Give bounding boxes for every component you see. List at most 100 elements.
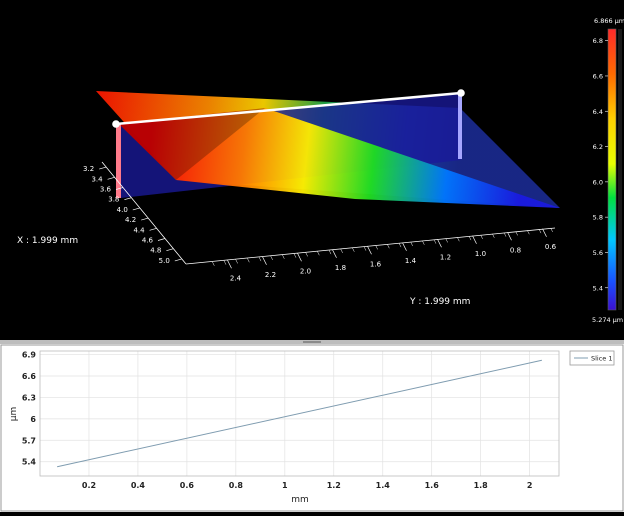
colorbar-tick-label: 5.4: [593, 284, 603, 292]
y-axis-minor-tick: [398, 242, 402, 248]
slice-post-right: [458, 93, 462, 159]
surface-3d-view[interactable]: 3.2 3.4 3.6 3.8 4.0 4.2 4.4 4.6 4.8 5.0 2.4 2.2 2.0…: [0, 0, 624, 340]
x-axis-tick: [107, 176, 115, 180]
x-tick-label: 1.6: [425, 481, 440, 490]
colorbar: [608, 29, 616, 310]
y-axis-minor-tick: [328, 249, 332, 255]
x-axis-tick: [124, 197, 132, 201]
x-tick-label: 1.4: [376, 481, 391, 490]
x-axis-tick-label: 5.0: [159, 257, 170, 265]
x-coordinate-readout: X : 1.999 mm: [17, 236, 78, 246]
y-axis-minor-tick: [375, 245, 378, 250]
x-tick-label: 0.2: [82, 481, 96, 490]
y-tick-label: 6.9: [22, 351, 37, 360]
y-axis-minor-tick: [235, 259, 238, 264]
slice-handle-start[interactable]: [112, 120, 120, 128]
surface-3d-canvas[interactable]: 3.2 3.4 3.6 3.8 4.0 4.2 4.4 4.6 4.8 5.0 2.4 2.2 2.0…: [0, 0, 624, 340]
y-axis-line: [185, 227, 556, 265]
x-axis-tick-label: 4.4: [133, 226, 145, 234]
y-axis-minor-tick: [247, 258, 250, 263]
y-axis-label: µm: [9, 407, 19, 422]
x-axis-tick-label: 4.8: [150, 247, 161, 255]
chart-legend[interactable]: Slice 1: [569, 350, 615, 366]
colorbar-tick-label: 6.6: [593, 72, 603, 80]
y-axis-ticks: 2.4 2.2 2.0 1.8 1.6 1.4 1.2 1.0 0.8 0.6: [212, 227, 557, 282]
x-axis-tick-label: 3.4: [91, 175, 103, 183]
y-axis-tick-label: 2.0: [300, 267, 311, 275]
colorbar-tick-label: 6.8: [593, 37, 603, 45]
y-axis-tick: [507, 232, 512, 241]
y-axis-tick-label: 1.0: [475, 250, 486, 258]
x-tick-label: 0.6: [180, 481, 195, 490]
colorbar-tick-label: 6.4: [593, 108, 603, 116]
y-tick-label: 5.4: [22, 458, 37, 467]
y-axis-minor-tick: [422, 240, 425, 245]
y-axis-tick-label: 1.8: [335, 264, 346, 272]
y-axis-minor-tick: [387, 244, 390, 249]
splitter-grip-icon[interactable]: [303, 341, 321, 343]
y-axis-minor-tick: [445, 238, 448, 243]
y-axis-minor-tick: [340, 248, 343, 254]
legend-item-slice-1: Slice 1: [591, 355, 613, 363]
y-axis-minor-tick: [293, 253, 297, 258]
y-axis-tick: [262, 256, 267, 265]
x-axis-tick: [166, 248, 174, 252]
x-tick-label: 0.8: [229, 481, 244, 490]
y-axis-minor-tick: [317, 251, 320, 256]
colorbar-tick-label: 5.6: [593, 249, 603, 257]
x-tick-label: 1: [282, 481, 288, 490]
profile-chart-panel: 0.2 0.4 0.6 0.8 1 1.2 1.4 1.6 1.8 2 6.9 6.6 6.3 6 5.7…: [0, 344, 624, 512]
y-axis-tick-label: 0.6: [545, 243, 557, 251]
x-tick-label: 2: [527, 481, 533, 490]
y-tick-label: 6.3: [22, 393, 36, 402]
y-axis-minor-tick: [457, 237, 460, 242]
x-axis-tick-label: 4.0: [117, 206, 128, 214]
x-axis-tick-label: 4.2: [125, 216, 136, 224]
profile-chart: 0.2 0.4 0.6 0.8 1 1.2 1.4 1.6 1.8 2 6.9 6.6 6.3 6 5.7…: [0, 344, 624, 512]
y-tick-label: 5.7: [22, 436, 36, 445]
colorbar-tick-label: 6.0: [593, 178, 603, 186]
slice-handle-end[interactable]: [457, 89, 465, 97]
y-axis-tick-label: 2.4: [230, 274, 242, 282]
x-tick-label: 1.8: [474, 481, 489, 490]
y-axis-minor-tick: [212, 261, 215, 266]
colorbar-tick-label: 6.2: [593, 143, 603, 151]
y-axis-tick: [472, 235, 477, 244]
colorbar-tick-label: 5.8: [593, 214, 603, 222]
x-axis-tick: [157, 238, 166, 241]
y-axis-tick-label: 1.4: [405, 257, 417, 265]
x-axis-tick-label: 3.6: [100, 186, 112, 194]
y-axis-tick: [437, 239, 442, 248]
x-axis-tick: [149, 227, 157, 231]
y-tick-label: 6.6: [22, 372, 37, 381]
y-axis-tick-label: 0.8: [510, 246, 521, 254]
y-axis-tick-label: 1.6: [370, 260, 382, 268]
y-axis-minor-tick: [270, 255, 273, 261]
x-tick-label: 1.2: [327, 481, 341, 490]
y-axis-tick-label: 2.2: [265, 271, 276, 279]
colorbar-max-label: 6.866 µm: [594, 17, 624, 25]
colorbar-scroll-handle[interactable]: [618, 29, 622, 310]
y-axis-minor-tick: [363, 246, 367, 251]
x-axis-tick: [141, 217, 149, 221]
y-axis-tick-label: 1.2: [440, 253, 451, 261]
x-tick-label: 0.4: [131, 481, 146, 490]
y-tick-label: 6: [30, 415, 36, 424]
y-axis-minor-tick: [352, 247, 355, 252]
y-axis-minor-tick: [282, 254, 285, 259]
y-axis-tick: [297, 253, 302, 262]
y-axis-minor-tick: [433, 239, 437, 244]
x-axis-tick: [174, 258, 182, 262]
slice-post-left: [116, 124, 121, 198]
colorbar-min-label: 5.274 µm: [592, 316, 623, 324]
x-axis-tick: [99, 166, 107, 170]
x-axis-label: mm: [291, 495, 309, 505]
y-axis-minor-tick: [258, 256, 262, 262]
y-axis-minor-tick: [410, 241, 413, 247]
y-coordinate-readout: Y : 1.999 mm: [409, 297, 470, 307]
y-axis-tick: [542, 228, 547, 237]
y-axis-tick: [332, 249, 337, 258]
y-axis-tick: [402, 242, 407, 251]
y-axis-minor-tick: [223, 260, 227, 265]
y-axis-minor-tick: [468, 235, 472, 241]
